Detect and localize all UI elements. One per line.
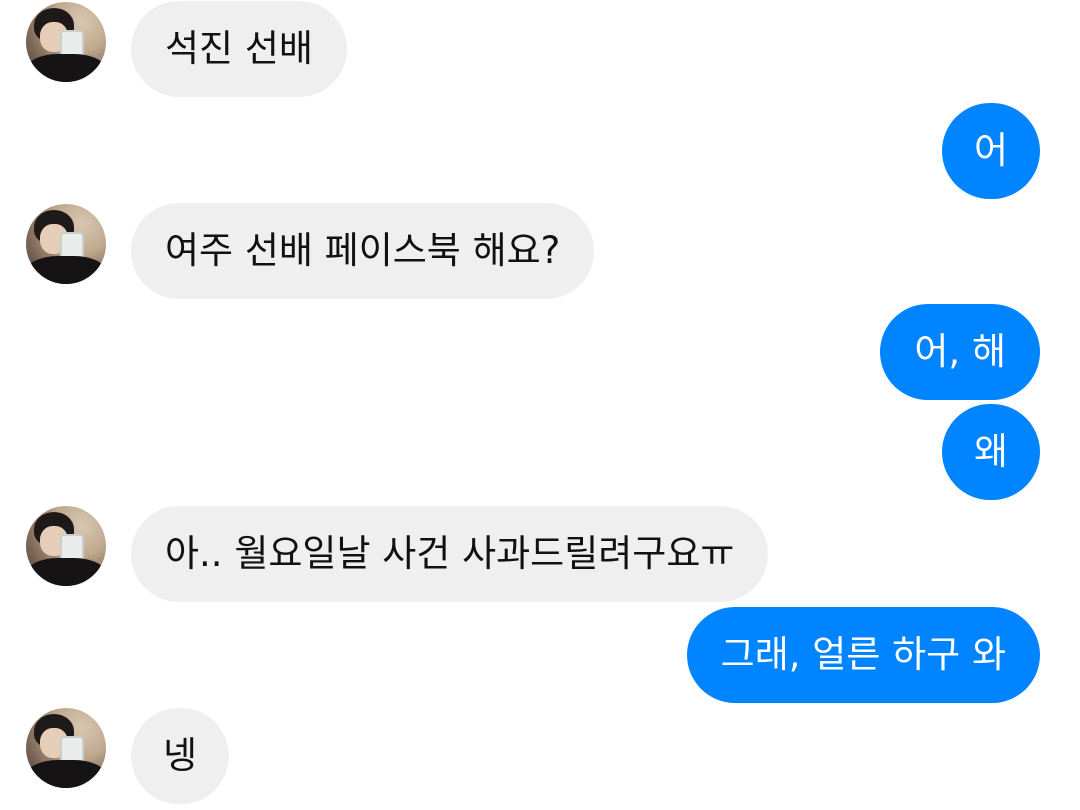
- incoming-message-bubble[interactable]: 여주 선배 페이스북 해요?: [131, 203, 595, 299]
- contact-avatar[interactable]: [26, 2, 106, 82]
- contact-avatar[interactable]: [26, 708, 106, 788]
- incoming-message-bubble[interactable]: 석진 선배: [131, 1, 347, 97]
- outgoing-message-bubble[interactable]: 어: [942, 103, 1040, 199]
- outgoing-message-bubble[interactable]: 그래, 얼른 하구 와: [686, 607, 1040, 703]
- outgoing-message-bubble[interactable]: 왜: [942, 404, 1040, 500]
- chat-thread: 석진 선배 어 여주 선배 페이스북 해요? 어, 해 왜 아.. 월요일날 사…: [0, 0, 1080, 810]
- outgoing-message-bubble[interactable]: 어, 해: [880, 304, 1040, 400]
- contact-avatar[interactable]: [26, 506, 106, 586]
- incoming-message-bubble[interactable]: 넹: [131, 708, 229, 804]
- contact-avatar[interactable]: [26, 204, 106, 284]
- incoming-message-bubble[interactable]: 아.. 월요일날 사건 사과드릴려구요ㅠ: [131, 506, 769, 602]
